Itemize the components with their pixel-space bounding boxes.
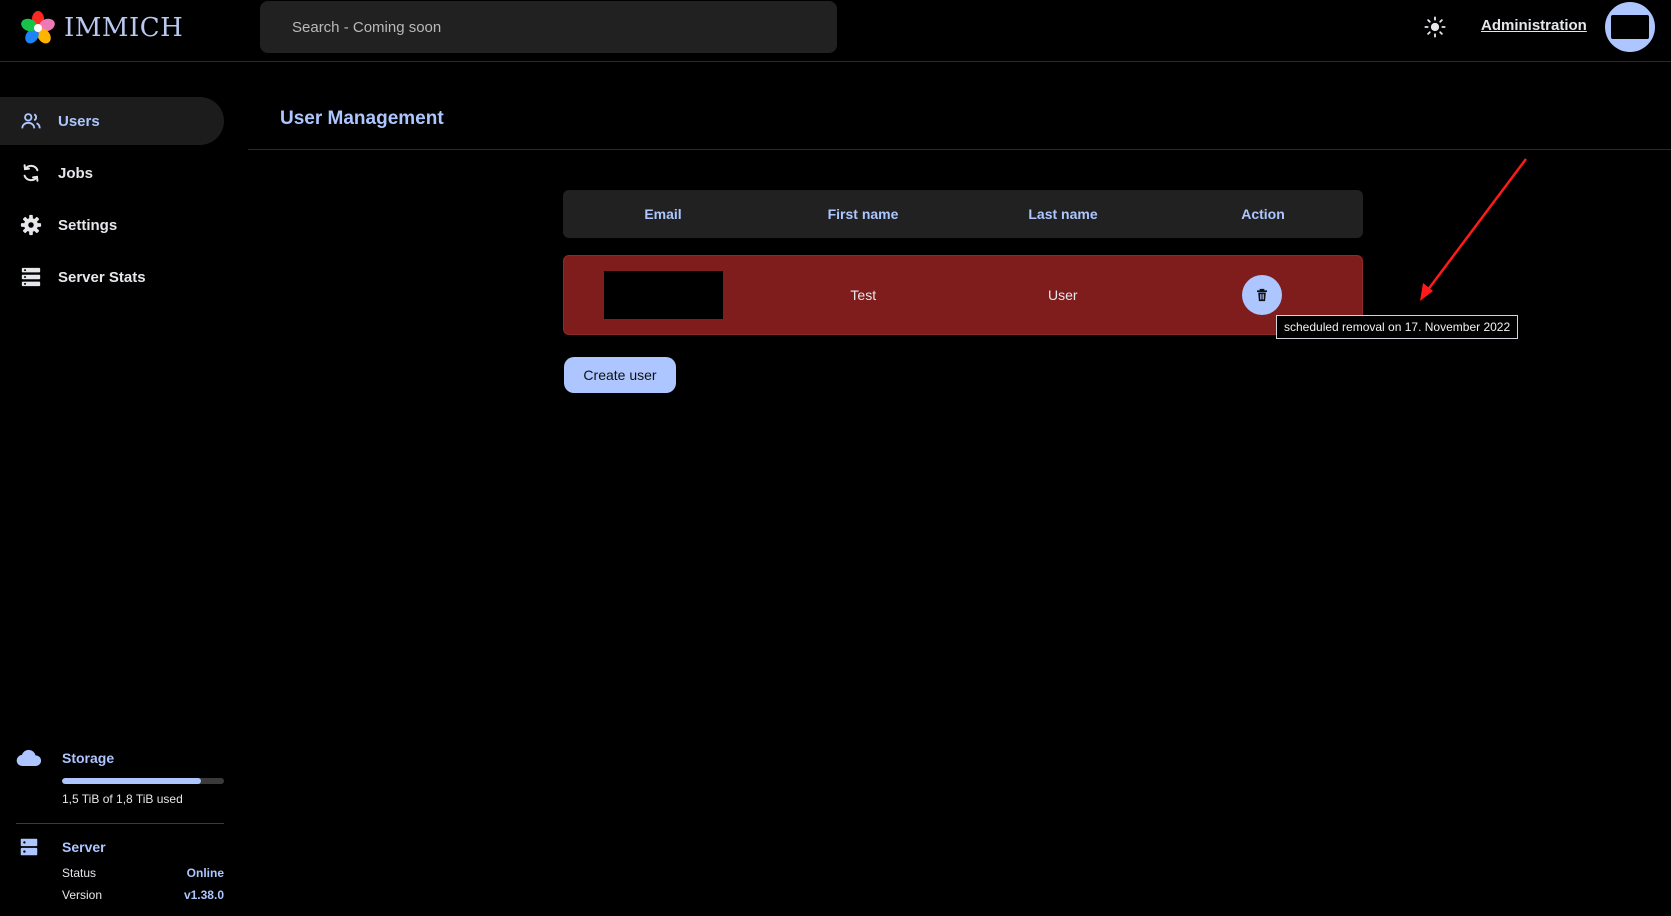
sidebar-divider (16, 823, 224, 824)
sidebar-item-label: Jobs (58, 164, 94, 182)
trash-icon (1257, 288, 1268, 302)
storage-usage-bar (62, 778, 224, 784)
user-table-header: Email First name Last name Action (563, 190, 1363, 238)
sync-icon (20, 162, 42, 184)
storage-usage-fill (62, 778, 202, 784)
administration-link[interactable]: Administration (1481, 17, 1587, 34)
sidebar-item-users[interactable]: Users (0, 97, 224, 145)
sidebar-item-server-stats[interactable]: Server Stats (0, 253, 224, 301)
gear-icon (20, 214, 42, 236)
table-row: Test User (563, 255, 1363, 335)
users-icon (20, 110, 42, 132)
sidebar-item-label: Users (58, 112, 100, 130)
column-header-action: Action (1241, 206, 1285, 222)
server-title: Server (62, 839, 106, 855)
column-header-last-name: Last name (1028, 206, 1098, 222)
column-header-first-name: First name (827, 206, 899, 222)
server-status-icon (20, 838, 38, 856)
annotation-arrow-shaft (1423, 158, 1527, 296)
server-version-value: v1.38.0 (183, 888, 224, 902)
redacted-email (604, 271, 724, 319)
user-avatar[interactable] (1605, 2, 1655, 52)
server-icon (20, 266, 42, 288)
cloud-icon (16, 749, 42, 767)
storage-usage-text: 1,5 TiB of 1,8 TiB used (62, 792, 183, 806)
app-logo-text: IMMICH (64, 13, 184, 43)
action-cell (1163, 275, 1363, 315)
page-title: User Management (280, 108, 444, 129)
server-status-value: Online (186, 866, 224, 880)
sidebar-item-jobs[interactable]: Jobs (0, 149, 224, 197)
search-input[interactable] (260, 1, 837, 53)
storage-panel: Storage 1,5 TiB of 1,8 TiB used (16, 748, 224, 806)
sidebar: Users Jobs Settings Server Stats Storage… (0, 62, 232, 916)
theme-toggle-button[interactable] (1418, 10, 1452, 44)
first-name-cell: Test (850, 287, 877, 303)
app-logo[interactable]: IMMICH (20, 8, 183, 48)
annotation-arrow (1420, 158, 1527, 301)
avatar-image-redacted (1611, 15, 1649, 39)
server-version-label: Version (62, 888, 103, 902)
title-divider (248, 149, 1671, 150)
sidebar-item-label: Server Stats (58, 268, 146, 286)
deletion-tooltip: scheduled removal on 17. November 2022 (1276, 315, 1519, 339)
email-cell (564, 271, 764, 319)
sidebar-item-label: Settings (58, 216, 118, 234)
server-status-label: Status (62, 866, 97, 880)
storage-title: Storage (62, 750, 115, 766)
top-bar: IMMICH Administration (0, 0, 1671, 62)
sun-icon (1424, 16, 1446, 38)
create-user-button[interactable]: Create user (564, 357, 676, 393)
sidebar-item-settings[interactable]: Settings (0, 201, 224, 249)
delete-user-button[interactable] (1242, 275, 1283, 315)
server-panel: Server Status Online Version v1.38.0 (16, 836, 224, 902)
column-header-email: Email (644, 206, 682, 222)
immich-logo-icon (21, 11, 55, 44)
last-name-cell: User (1047, 287, 1078, 303)
